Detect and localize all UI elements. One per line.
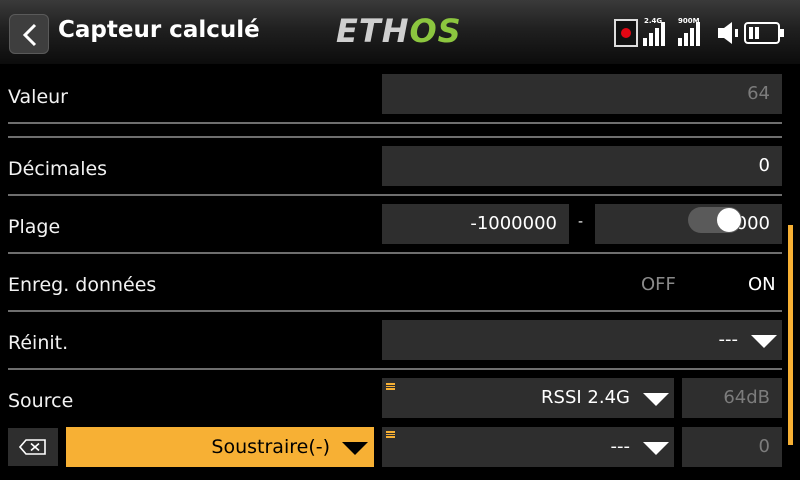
divider — [8, 122, 782, 124]
signal-icon — [643, 20, 669, 46]
drag-handle-icon[interactable] — [386, 383, 395, 390]
toggle-knob — [717, 208, 741, 232]
divider — [8, 252, 782, 254]
reinit-dropdown[interactable]: --- — [382, 320, 782, 360]
ethos-logo: ETHOS — [336, 12, 462, 50]
operand-dropdown[interactable]: --- — [382, 427, 674, 467]
divider — [8, 368, 782, 370]
delete-icon — [19, 439, 46, 455]
page-title: Capteur calculé — [58, 17, 260, 43]
delete-button[interactable] — [8, 428, 58, 466]
dropdown-arrow-icon — [751, 335, 777, 348]
speaker-icon — [718, 22, 738, 44]
signal-icon-900m — [678, 20, 704, 46]
back-button[interactable] — [9, 14, 49, 54]
scrollbar[interactable] — [788, 225, 793, 445]
plage-separator: - — [578, 214, 584, 230]
dropdown-arrow-icon — [643, 442, 669, 455]
battery-icon — [744, 22, 784, 44]
plage-min-field[interactable]: -1000000 — [382, 204, 569, 244]
settings-panel: Valeur 64 Décimales 0 Plage -1000000 - 1… — [0, 64, 800, 480]
operation-dropdown[interactable]: Soustraire(-) — [66, 427, 374, 467]
dropdown-arrow-icon — [342, 442, 368, 455]
toggle-off-label: OFF — [641, 274, 676, 295]
valeur-field: 64 — [382, 74, 782, 114]
divider — [8, 194, 782, 196]
enreg-label: Enreg. données — [8, 274, 157, 296]
source-reading: 64dB — [682, 378, 782, 418]
back-arrow-icon — [22, 23, 37, 47]
drag-handle-icon[interactable] — [386, 431, 395, 438]
decimales-label: Décimales — [8, 158, 108, 180]
source-dropdown[interactable]: RSSI 2.4G — [382, 378, 674, 418]
plage-label: Plage — [8, 216, 61, 238]
record-icon — [614, 19, 638, 47]
reinit-label: Réinit. — [8, 332, 69, 354]
divider — [8, 136, 782, 138]
operand-reading: 0 — [682, 427, 782, 467]
toggle-on-label: ON — [748, 274, 776, 295]
source-label: Source — [8, 390, 74, 412]
dropdown-arrow-icon — [643, 393, 669, 406]
divider — [8, 310, 782, 312]
valeur-label: Valeur — [8, 86, 68, 108]
header-bar: Capteur calculé ETHOS 2.4G 900M — [0, 0, 800, 64]
decimales-field[interactable]: 0 — [382, 146, 782, 186]
